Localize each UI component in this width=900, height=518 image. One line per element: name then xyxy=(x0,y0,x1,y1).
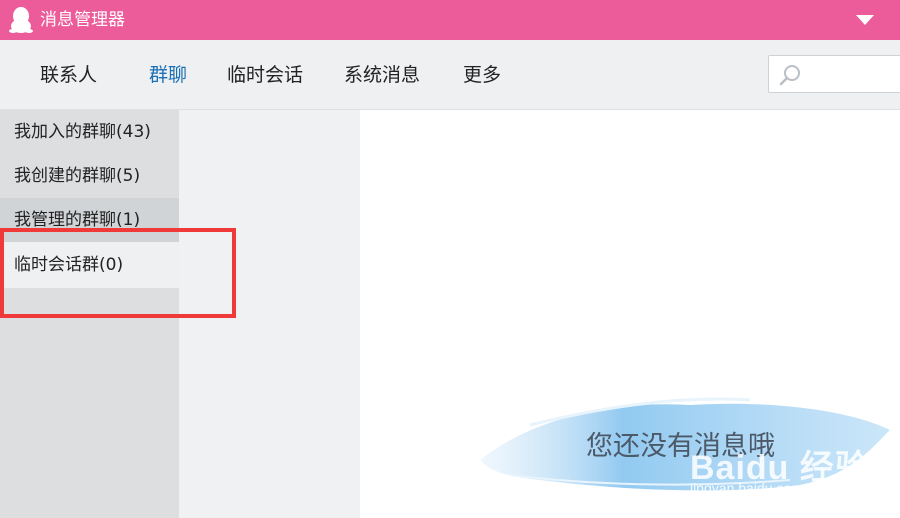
sidebar-item-joined-groups[interactable]: 我加入的群聊(43) xyxy=(0,110,179,154)
tab-more[interactable]: 更多 xyxy=(463,63,501,87)
sidebar-item-created-groups[interactable]: 我创建的群聊(5) xyxy=(0,154,179,198)
group-category-sidebar: 我加入的群聊(43) 我创建的群聊(5) 我管理的群聊(1) 临时会话群(0) xyxy=(0,110,179,518)
tab-group-chat[interactable]: 群聊 xyxy=(149,63,187,87)
chevron-down-icon[interactable] xyxy=(852,12,878,28)
group-list-pane xyxy=(179,110,360,518)
tab-temp-session[interactable]: 临时会话 xyxy=(227,63,303,87)
search-icon xyxy=(779,65,800,86)
tab-system-messages[interactable]: 系统消息 xyxy=(344,63,420,87)
title-bar: 消息管理器 xyxy=(0,0,900,40)
sidebar-item-temp-session-groups[interactable]: 临时会话群(0) xyxy=(0,242,179,288)
tab-contacts[interactable]: 联系人 xyxy=(40,63,97,87)
window-title: 消息管理器 xyxy=(40,10,125,30)
tab-bar: 联系人 群聊 临时会话 系统消息 更多 xyxy=(0,40,900,110)
baidu-watermark-url: jingyan.baidu.com xyxy=(690,480,803,496)
qq-penguin-icon xyxy=(9,7,33,33)
search-input[interactable] xyxy=(768,55,900,93)
sidebar-item-managed-groups[interactable]: 我管理的群聊(1) xyxy=(0,198,179,242)
